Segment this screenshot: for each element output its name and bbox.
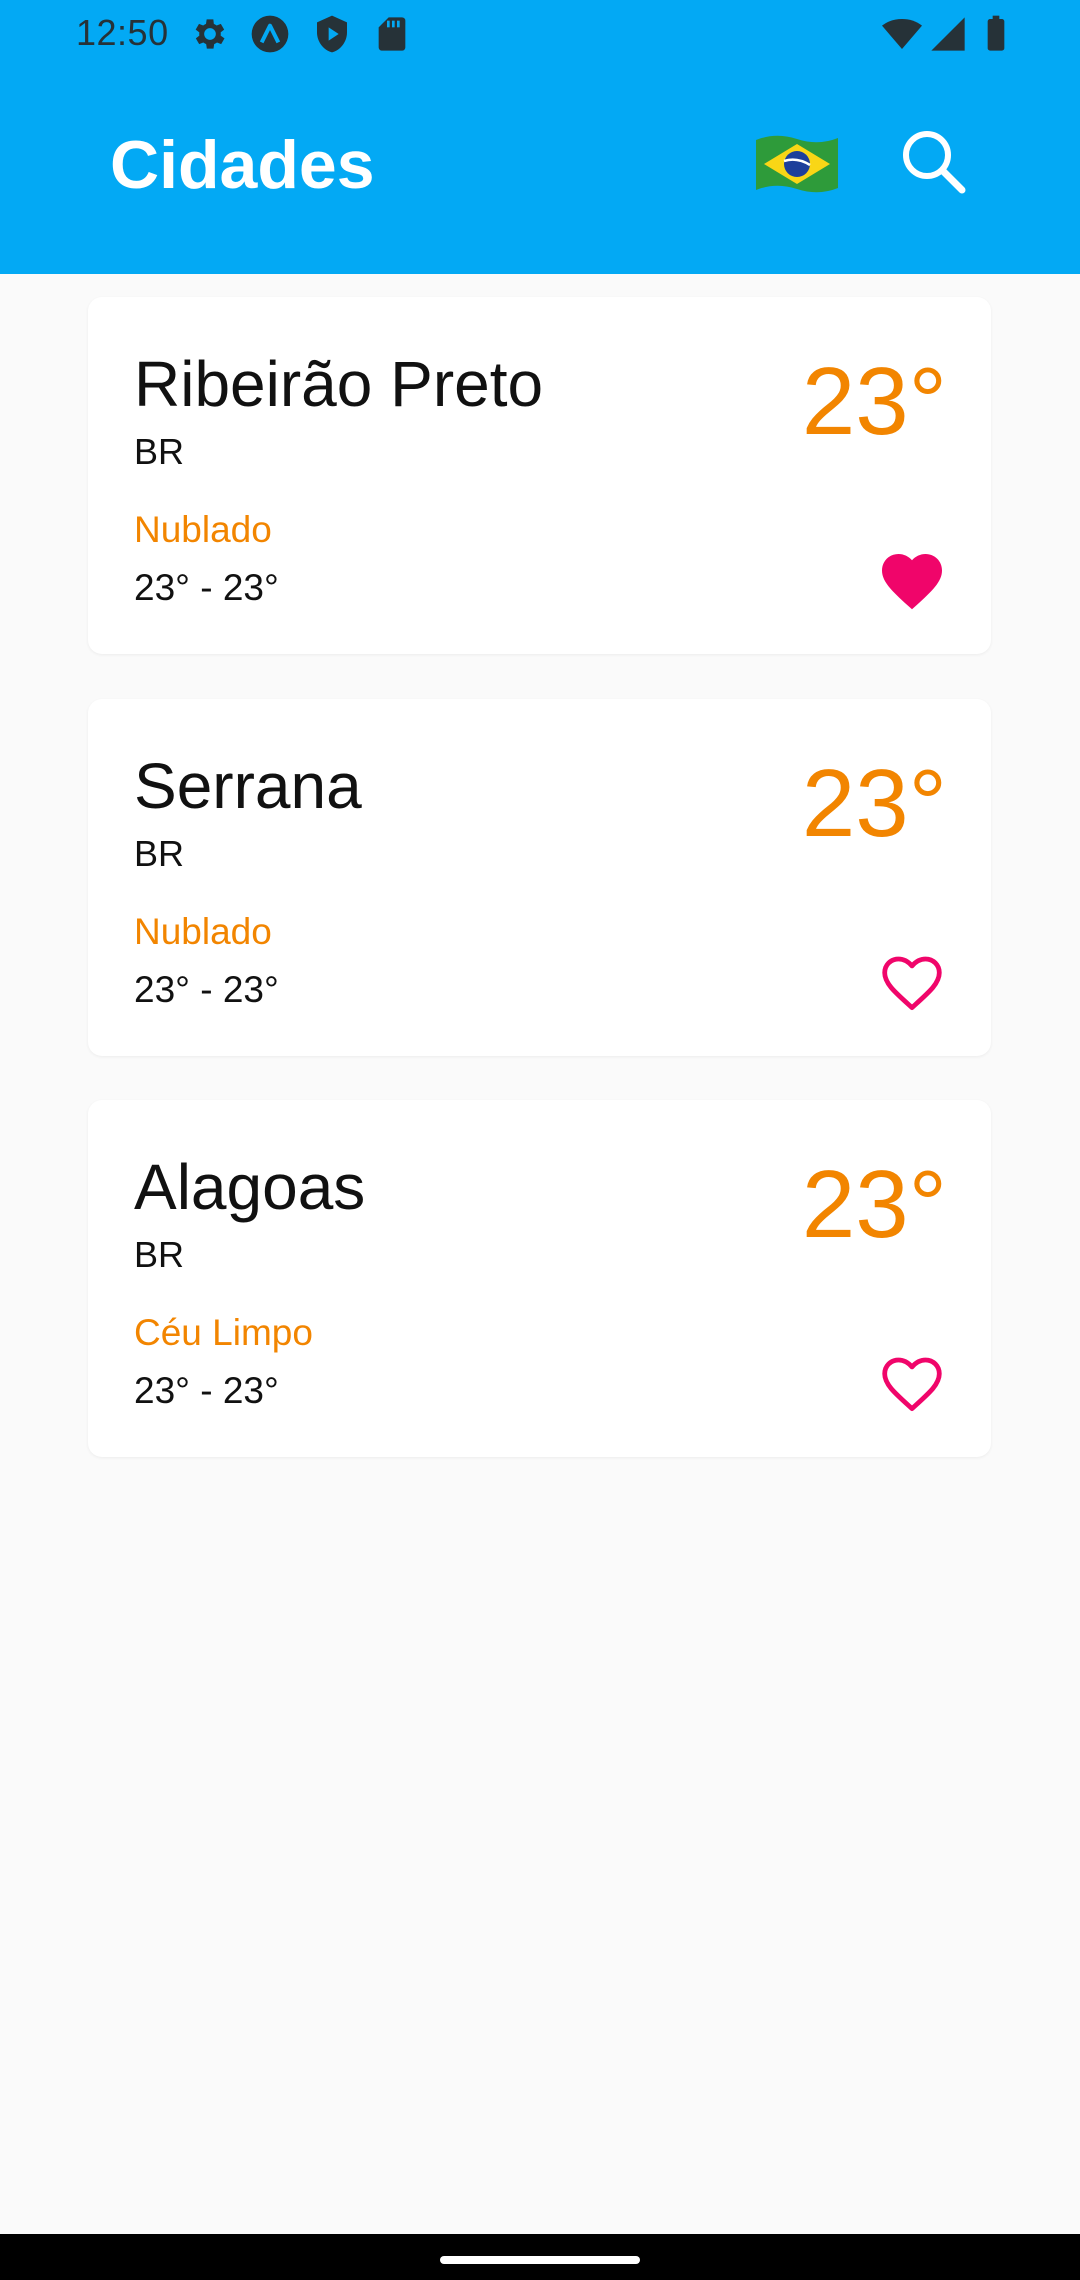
- city-name: Alagoas: [134, 1151, 366, 1223]
- signal-icon: [928, 14, 968, 54]
- city-temperature: 23°: [801, 348, 947, 455]
- home-gesture-handle[interactable]: [440, 2256, 640, 2264]
- settings-icon: [190, 14, 230, 54]
- city-card-alagoas[interactable]: Alagoas BR 23° Céu Limpo 23° - 23°: [88, 1100, 991, 1457]
- city-card-ribeirao-preto[interactable]: Ribeirão Preto BR 23° Nublado 23° - 23°: [88, 297, 991, 654]
- navigation-bar: [0, 2234, 1080, 2280]
- wifi-icon: [882, 14, 922, 54]
- city-temperature: 23°: [801, 1151, 947, 1258]
- temperature-range: 23° - 23°: [134, 567, 279, 608]
- city-card-serrana[interactable]: Serrana BR 23° Nublado 23° - 23°: [88, 699, 991, 1056]
- city-temperature: 23°: [801, 750, 947, 857]
- sd-card-icon: [372, 14, 412, 54]
- weather-condition: Nublado: [134, 911, 272, 952]
- app-bar: 12:50 Cidades: [0, 0, 1080, 274]
- battery-icon: [976, 14, 1016, 54]
- page-title: Cidades: [110, 127, 375, 203]
- heart-filled-icon: [882, 554, 942, 610]
- weather-condition: Céu Limpo: [134, 1312, 313, 1353]
- a-icon: [250, 14, 290, 54]
- city-name: Serrana: [134, 750, 362, 822]
- city-country: BR: [134, 1234, 185, 1275]
- heart-outline-icon: [882, 1357, 942, 1411]
- brazil-flag-icon[interactable]: [752, 130, 842, 198]
- city-country: BR: [134, 431, 185, 472]
- temperature-range: 23° - 23°: [134, 969, 279, 1010]
- city-country: BR: [134, 833, 185, 874]
- weather-condition: Nublado: [134, 509, 272, 550]
- status-bar: 12:50: [0, 0, 1080, 68]
- temperature-range: 23° - 23°: [134, 1370, 279, 1411]
- heart-outline-icon: [882, 956, 942, 1010]
- search-button[interactable]: [898, 126, 968, 196]
- favorite-button[interactable]: [876, 545, 948, 611]
- shield-play-icon: [312, 14, 352, 54]
- search-icon: [903, 131, 966, 194]
- status-time: 12:50: [76, 12, 169, 53]
- city-name: Ribeirão Preto: [134, 348, 544, 420]
- favorite-button[interactable]: [876, 947, 948, 1013]
- favorite-button[interactable]: [876, 1348, 948, 1414]
